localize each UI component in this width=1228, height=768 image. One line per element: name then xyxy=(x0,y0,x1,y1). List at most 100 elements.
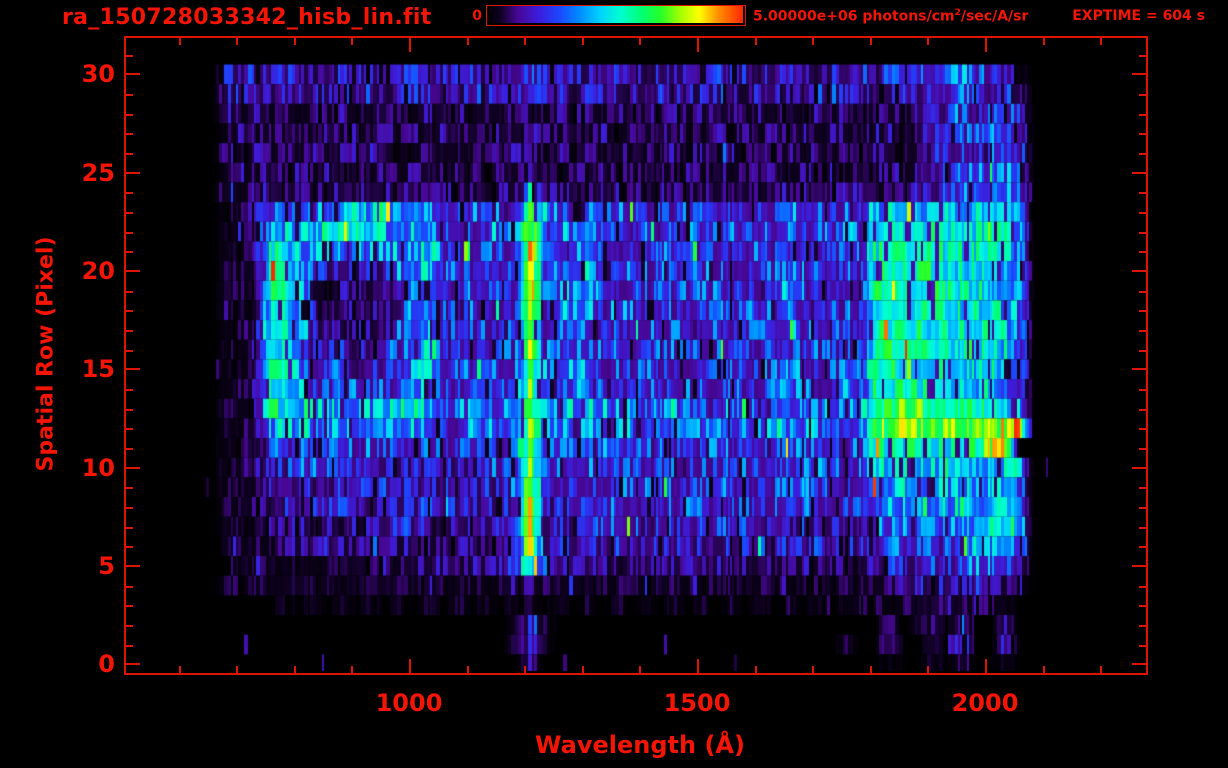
axis-tick xyxy=(126,409,133,411)
exptime-label: EXPTIME = 604 s xyxy=(1072,8,1205,24)
axis-tick xyxy=(351,38,353,45)
axis-tick xyxy=(179,38,181,45)
axis-tick xyxy=(126,467,140,469)
axis-tick xyxy=(1132,172,1146,174)
axis-tick xyxy=(755,38,757,45)
colorbar-max-label: 5.00000e+06 photons/cm2/sec/A/sr xyxy=(753,8,1028,25)
axis-tick xyxy=(126,291,133,293)
axis-tick xyxy=(1139,389,1146,391)
axis-tick xyxy=(126,73,140,75)
axis-tick xyxy=(582,38,584,45)
axis-tick xyxy=(126,310,133,312)
y-tick-label: 0 xyxy=(98,650,115,678)
axis-tick xyxy=(409,38,411,52)
axis-tick xyxy=(697,38,699,52)
axis-tick xyxy=(1139,428,1146,430)
axis-tick xyxy=(467,38,469,45)
axis-tick xyxy=(1139,527,1146,529)
x-tick-label: 2000 xyxy=(951,689,1019,717)
axis-tick xyxy=(126,212,133,214)
axis-tick xyxy=(126,55,133,57)
axis-tick xyxy=(126,586,133,588)
axis-tick xyxy=(697,659,699,673)
axis-tick xyxy=(524,38,526,45)
axis-tick xyxy=(1132,565,1146,567)
axis-tick xyxy=(1139,251,1146,253)
axis-tick xyxy=(126,153,133,155)
axis-tick xyxy=(524,666,526,673)
axis-tick xyxy=(1100,38,1102,45)
axis-tick xyxy=(1139,645,1146,647)
axis-tick xyxy=(1139,192,1146,194)
axis-tick xyxy=(294,38,296,45)
y-tick-label: 20 xyxy=(81,257,115,285)
axis-tick xyxy=(927,666,929,673)
axis-tick xyxy=(639,38,641,45)
axis-tick xyxy=(1139,507,1146,509)
axis-tick xyxy=(1139,310,1146,312)
axis-tick xyxy=(126,645,133,647)
axis-tick xyxy=(236,666,238,673)
x-tick-label: 1500 xyxy=(663,689,731,717)
colorbar-gradient-canvas xyxy=(487,6,743,23)
axis-tick xyxy=(755,666,757,673)
axis-tick xyxy=(1139,94,1146,96)
axis-tick xyxy=(870,38,872,45)
axis-tick xyxy=(126,663,140,665)
axis-tick xyxy=(236,38,238,45)
colorbar xyxy=(486,5,746,26)
axis-tick xyxy=(126,232,133,234)
axis-tick xyxy=(126,270,140,272)
axis-tick xyxy=(1100,666,1102,673)
axis-tick xyxy=(126,350,133,352)
axis-tick xyxy=(294,666,296,673)
axis-tick xyxy=(1139,133,1146,135)
y-tick-label: 30 xyxy=(81,60,115,88)
axis-tick xyxy=(1043,666,1045,673)
axis-tick xyxy=(126,605,133,607)
axis-tick xyxy=(1139,546,1146,548)
axis-tick xyxy=(1139,350,1146,352)
axis-tick xyxy=(1139,114,1146,116)
axis-tick xyxy=(639,666,641,673)
axis-tick xyxy=(179,666,181,673)
axis-tick xyxy=(1132,270,1146,272)
axis-tick xyxy=(927,38,929,45)
axis-tick xyxy=(1139,55,1146,57)
axis-tick xyxy=(1139,232,1146,234)
axis-tick xyxy=(126,368,140,370)
axis-tick xyxy=(985,659,987,673)
axis-tick xyxy=(126,565,140,567)
axis-tick xyxy=(126,625,133,627)
axis-tick xyxy=(126,507,133,509)
axis-tick xyxy=(126,133,133,135)
axis-tick xyxy=(1139,330,1146,332)
axis-tick xyxy=(126,172,140,174)
axis-tick xyxy=(812,666,814,673)
axis-tick xyxy=(1139,586,1146,588)
axis-tick xyxy=(126,546,133,548)
axis-tick xyxy=(1043,38,1045,45)
x-tick-label: 1000 xyxy=(375,689,443,717)
axis-tick xyxy=(812,38,814,45)
axis-tick xyxy=(870,666,872,673)
axis-tick xyxy=(985,38,987,52)
axis-tick xyxy=(126,94,133,96)
axis-tick xyxy=(1132,467,1146,469)
axis-tick xyxy=(126,251,133,253)
axis-tick xyxy=(467,666,469,673)
axis-tick xyxy=(1139,625,1146,627)
y-tick-label: 5 xyxy=(98,552,115,580)
axis-tick xyxy=(1139,605,1146,607)
axis-tick xyxy=(1132,663,1146,665)
x-axis-label: Wavelength (Å) xyxy=(535,731,745,759)
plot-frame xyxy=(124,36,1148,675)
plot-title: ra_150728033342_hisb_lin.fit xyxy=(62,5,432,30)
axis-tick xyxy=(1132,368,1146,370)
axis-tick xyxy=(1132,73,1146,75)
colorbar-max-label-suffix: /sec/A/sr xyxy=(960,8,1029,25)
axis-tick xyxy=(1139,448,1146,450)
axis-tick xyxy=(1139,153,1146,155)
axis-tick xyxy=(126,428,133,430)
axis-tick xyxy=(1139,409,1146,411)
